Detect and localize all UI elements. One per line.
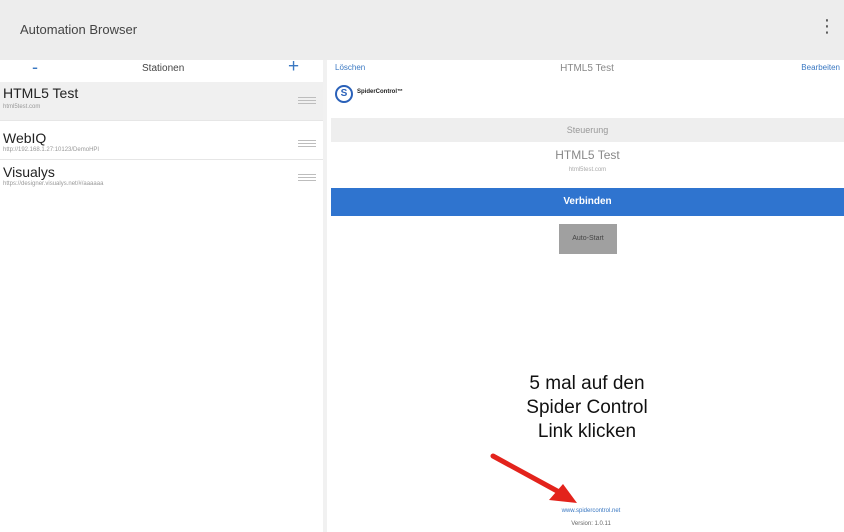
logo-text: SpiderControl™ <box>357 89 403 95</box>
station-url: https://designer.visualys.net/#/aaaaaa <box>3 181 104 187</box>
station-url: html5test.com <box>568 167 607 173</box>
delete-button[interactable]: Löschen <box>335 63 365 72</box>
stations-title: Stationen <box>142 63 185 74</box>
red-arrow-icon <box>490 453 577 503</box>
station-item[interactable]: HTML5 Test html5test.com <box>0 82 323 120</box>
drag-handle-icon[interactable] <box>298 174 316 183</box>
annotation-line: Link klicken <box>537 421 637 442</box>
annotation-line: 5 mal auf den <box>529 373 645 394</box>
spidercontrol-logo-icon: S <box>335 85 353 103</box>
app-bar: Automation Browser ⋮ <box>0 0 844 60</box>
station-name: Visualys <box>3 164 55 180</box>
detail-title: HTML5 Test <box>560 63 614 74</box>
station-item[interactable]: Visualys https://designer.visualys.net/#… <box>0 160 323 198</box>
app-title: Automation Browser <box>20 22 138 37</box>
station-name: HTML5 Test <box>555 148 620 162</box>
arrow-shaft <box>490 453 562 495</box>
connect-button[interactable]: Verbinden <box>331 188 844 216</box>
autostart-button[interactable]: Auto-Start <box>559 224 617 254</box>
station-detail-panel: Löschen HTML5 Test Bearbeiten S SpiderCo… <box>327 60 844 532</box>
stations-header: - Stationen + <box>0 56 323 82</box>
station-url: http://192.168.1.27:10123/DemoHPI <box>3 147 100 153</box>
station-url: html5test.com <box>3 104 41 110</box>
annotation-line: Spider Control <box>526 397 648 418</box>
version-text: Version: 1.0.11 <box>571 521 611 527</box>
remove-station-button[interactable]: - <box>32 57 38 78</box>
more-vert-icon[interactable]: ⋮ <box>818 16 836 37</box>
station-item[interactable]: WebIQ http://192.168.1.27:10123/DemoHPI <box>0 121 323 159</box>
annotation-text: 5 mal auf den Spider Control Link klicke… <box>327 372 844 444</box>
spidercontrol-link[interactable]: www.spidercontrol.net <box>531 508 651 514</box>
drag-handle-icon[interactable] <box>298 97 316 106</box>
stations-panel: - Stationen + HTML5 Test html5test.com W… <box>0 56 323 532</box>
station-name: HTML5 Test <box>3 85 79 101</box>
section-header: Steuerung <box>331 118 844 142</box>
drag-handle-icon[interactable] <box>298 140 316 149</box>
edit-button[interactable]: Bearbeiten <box>801 63 840 72</box>
add-station-button[interactable]: + <box>288 56 299 78</box>
station-name: WebIQ <box>3 130 47 146</box>
